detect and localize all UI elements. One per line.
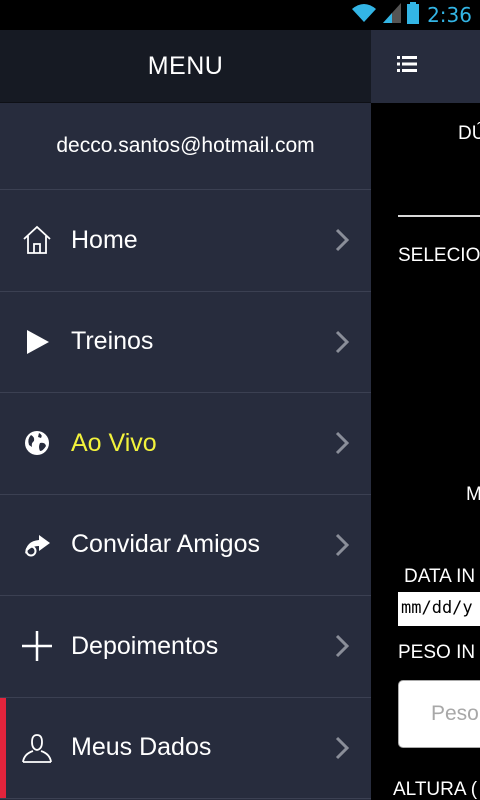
menu-item-label: Meus Dados <box>71 733 212 762</box>
chevron-right-icon <box>335 635 349 658</box>
menu-item-convidar-amigos[interactable]: Convidar Amigos <box>0 495 371 596</box>
play-icon <box>20 325 54 359</box>
navigation-drawer: MENU decco.santos@hotmail.com Home Trein… <box>0 30 371 800</box>
status-bar: 2:36 <box>0 0 480 30</box>
signal-icon <box>383 2 402 28</box>
list-menu-icon[interactable] <box>397 55 417 78</box>
menu-item-label: Depoimentos <box>71 631 219 660</box>
chevron-right-icon <box>335 432 349 455</box>
m-label: M <box>466 484 480 505</box>
drawer-title: MENU <box>147 51 224 80</box>
menu-item-treinos[interactable]: Treinos <box>0 292 371 393</box>
content-divider <box>398 215 480 217</box>
peso-label: PESO IN <box>398 642 476 663</box>
menu-item-label: Home <box>71 225 138 254</box>
chevron-right-icon <box>335 736 349 759</box>
chevron-right-icon <box>335 330 349 353</box>
menu-item-label: Convidar Amigos <box>71 530 260 559</box>
menu-item-depoimentos[interactable]: Depoimentos <box>0 596 371 698</box>
menu-item-home[interactable]: Home <box>0 190 371 292</box>
menu-item-label: Treinos <box>71 327 154 356</box>
menu-item-ao-vivo[interactable]: Ao Vivo <box>0 393 371 495</box>
globe-icon <box>20 426 54 460</box>
drawer-user-info: decco.santos@hotmail.com <box>0 103 371 190</box>
home-icon <box>20 223 54 257</box>
user-email: decco.santos@hotmail.com <box>56 134 315 157</box>
status-icons: 2:36 <box>351 1 472 29</box>
content-heading: DÚ <box>458 123 480 144</box>
main-content: DÚ SELECIO M DATA IN mm/dd/y PESO IN Pes… <box>371 30 480 800</box>
altura-label: ALTURA ( <box>393 779 478 800</box>
chevron-right-icon <box>335 229 349 252</box>
status-time: 2:36 <box>427 3 472 27</box>
select-label: SELECIO <box>398 245 480 266</box>
menu-item-meus-dados[interactable]: Meus Dados <box>0 697 371 799</box>
peso-input[interactable]: Peso <box>398 680 480 748</box>
date-label: DATA IN <box>404 566 476 587</box>
user-icon <box>20 731 54 765</box>
wifi-icon <box>351 3 377 28</box>
menu-item-label: Ao Vivo <box>71 428 157 457</box>
battery-icon <box>407 1 420 29</box>
date-input[interactable]: mm/dd/y <box>398 592 480 626</box>
chevron-right-icon <box>335 533 349 556</box>
plus-icon <box>20 629 54 663</box>
drawer-header: MENU <box>0 30 371 103</box>
content-topbar <box>371 30 480 103</box>
share-icon <box>20 528 54 562</box>
